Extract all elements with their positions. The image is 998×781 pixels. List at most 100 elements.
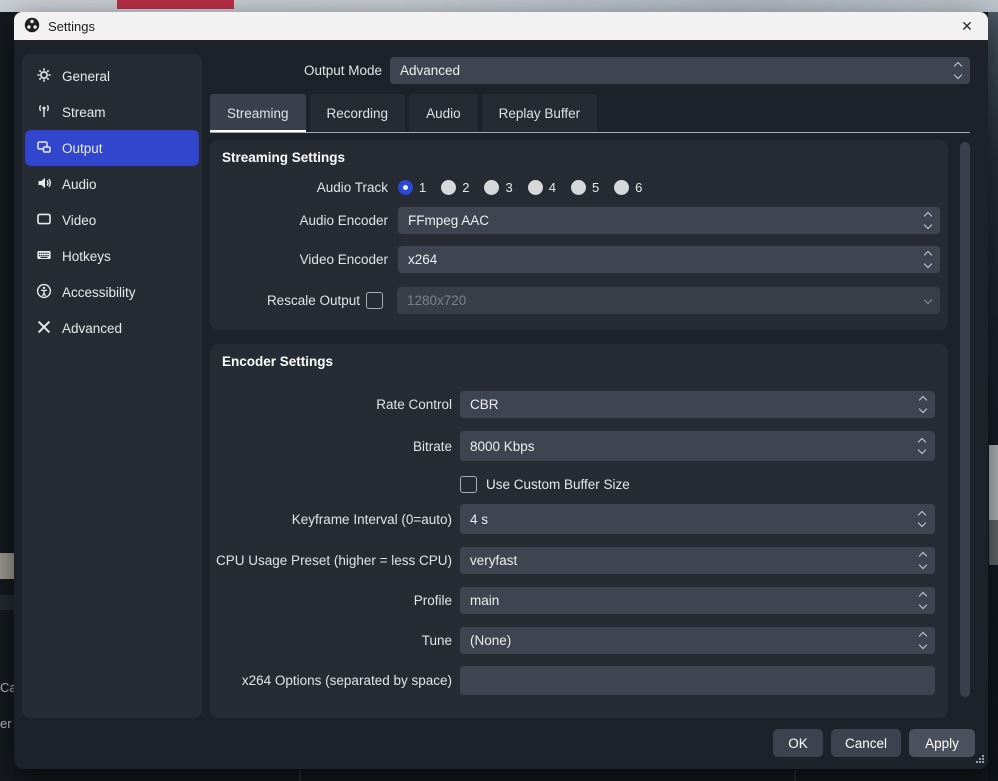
background-clipped-text: Ca: [0, 680, 14, 695]
output-mode-label: Output Mode: [210, 63, 390, 78]
apply-button[interactable]: Apply: [909, 729, 975, 757]
spinner-arrows-icon[interactable]: [911, 627, 935, 654]
output-icon: [36, 139, 52, 158]
custom-buffer-row: Use Custom Buffer Size: [210, 475, 935, 493]
rescale-output-checkbox[interactable]: [366, 292, 383, 309]
sidebar-item-output[interactable]: Output: [25, 130, 199, 166]
tab-replay-buffer[interactable]: Replay Buffer: [482, 94, 598, 132]
audio-encoder-select[interactable]: FFmpeg AAC: [398, 207, 940, 234]
rescale-resolution-value: 1280x720: [407, 293, 466, 308]
background-right-patch: [989, 520, 998, 565]
cancel-button[interactable]: Cancel: [831, 729, 901, 757]
obs-logo-icon: [24, 17, 40, 36]
sidebar-item-label: Stream: [62, 105, 106, 120]
scrollbar-track[interactable]: [958, 140, 971, 718]
background-dock-divider: [794, 770, 796, 781]
audio-track-option-3[interactable]: 3: [484, 180, 512, 195]
background-right-strip: [988, 12, 998, 781]
x264-options-label: x264 Options (separated by space): [210, 673, 460, 688]
spinner-arrows-icon[interactable]: [909, 431, 935, 461]
streaming-settings-panel: Streaming Settings Audio Track 123456 Au…: [210, 140, 948, 330]
sidebar-item-general[interactable]: General: [25, 58, 199, 94]
radio-button-icon[interactable]: [484, 180, 499, 195]
video-encoder-select[interactable]: x264: [398, 246, 940, 273]
tune-row: Tune (None): [210, 627, 935, 654]
radio-button-icon[interactable]: [398, 180, 413, 195]
rescale-output-row: Rescale Output 1280x720: [210, 287, 940, 314]
tab-pane-border: [210, 132, 970, 133]
spinner-arrows-icon[interactable]: [911, 547, 935, 574]
audio-track-option-5[interactable]: 5: [571, 180, 599, 195]
rate-control-select[interactable]: CBR: [460, 391, 935, 418]
rate-control-row: Rate Control CBR: [210, 391, 935, 418]
close-icon[interactable]: ✕: [956, 15, 978, 37]
audio-track-radio-group: 123 4 56: [398, 180, 642, 195]
background-left-patch: [0, 553, 14, 579]
spinner-arrows-icon[interactable]: [916, 246, 940, 273]
encoder-settings-panel: Encoder Settings Rate Control CBR Bitrat…: [210, 344, 948, 718]
sidebar-item-accessibility[interactable]: Accessibility: [25, 274, 199, 310]
keyboard-icon: [36, 247, 52, 266]
tune-select[interactable]: (None): [460, 627, 935, 654]
audio-track-option-1[interactable]: 1: [398, 180, 426, 195]
radio-button-icon[interactable]: [614, 180, 629, 195]
sidebar-item-audio[interactable]: Audio: [25, 166, 199, 202]
radio-button-icon[interactable]: [528, 180, 543, 195]
custom-buffer-checkbox[interactable]: [460, 476, 477, 493]
radio-label: 5: [592, 180, 599, 195]
profile-label: Profile: [210, 593, 460, 608]
sidebar-item-label: Hotkeys: [62, 249, 111, 264]
scrollbar-thumb[interactable]: [960, 142, 970, 697]
x264-options-input[interactable]: [460, 666, 935, 695]
sidebar-item-hotkeys[interactable]: Hotkeys: [25, 238, 199, 274]
output-mode-select[interactable]: Advanced: [390, 57, 970, 84]
cpu-preset-value: veryfast: [470, 553, 517, 568]
bitrate-value: 8000 Kbps: [470, 439, 535, 454]
spinner-arrows-icon[interactable]: [916, 207, 940, 234]
sidebar-item-advanced[interactable]: Advanced: [25, 310, 199, 346]
audio-encoder-label: Audio Encoder: [210, 213, 398, 228]
radio-button-icon[interactable]: [441, 180, 456, 195]
video-encoder-label: Video Encoder: [210, 252, 398, 267]
sidebar-item-label: Output: [62, 141, 103, 156]
radio-button-icon[interactable]: [571, 180, 586, 195]
profile-select[interactable]: main: [460, 587, 935, 614]
custom-buffer-label: Use Custom Buffer Size: [486, 477, 630, 492]
cpu-preset-select[interactable]: veryfast: [460, 547, 935, 574]
radio-label: 1: [419, 180, 426, 195]
sidebar-item-label: Accessibility: [62, 285, 136, 300]
settings-dialog: Settings ✕ General Stream Output Audio Video…: [14, 12, 988, 769]
keyframe-interval-spinbox[interactable]: 4 s: [460, 504, 935, 534]
ok-button[interactable]: OK: [773, 729, 823, 757]
audio-track-option-2[interactable]: 2: [441, 180, 469, 195]
bitrate-row: Bitrate 8000 Kbps: [210, 431, 935, 461]
spinner-arrows-icon[interactable]: [911, 587, 935, 614]
tab-audio[interactable]: Audio: [409, 94, 478, 132]
sidebar-item-label: Video: [62, 213, 96, 228]
sidebar-item-video[interactable]: Video: [25, 202, 199, 238]
spinner-arrows-icon[interactable]: [909, 504, 935, 534]
sidebar-item-stream[interactable]: Stream: [25, 94, 199, 130]
output-tabs: StreamingRecordingAudioReplay Buffer: [210, 94, 597, 132]
profile-row: Profile main: [210, 587, 935, 614]
tune-value: (None): [470, 633, 511, 648]
rate-control-value: CBR: [470, 397, 499, 412]
antenna-icon: [36, 103, 52, 122]
audio-encoder-row: Audio Encoder FFmpeg AAC: [210, 207, 940, 234]
title-bar[interactable]: Settings ✕: [14, 12, 988, 40]
bitrate-spinbox[interactable]: 8000 Kbps: [460, 431, 935, 461]
video-encoder-value: x264: [408, 252, 437, 267]
audio-track-option-4[interactable]: 4: [528, 180, 556, 195]
sidebar-item-label: Audio: [62, 177, 97, 192]
spinner-arrows-icon[interactable]: [911, 391, 935, 418]
spinner-arrows-icon[interactable]: [946, 57, 970, 84]
audio-track-option-6[interactable]: 6: [614, 180, 642, 195]
tab-recording[interactable]: Recording: [310, 94, 406, 132]
footer-buttons: OK Cancel Apply: [773, 729, 975, 757]
resize-grip-icon[interactable]: [975, 751, 984, 766]
sidebar-item-label: Advanced: [62, 321, 122, 336]
tab-streaming[interactable]: Streaming: [210, 94, 306, 132]
keyframe-interval-label: Keyframe Interval (0=auto): [210, 512, 460, 527]
cpu-preset-row: CPU Usage Preset (higher = less CPU) ver…: [210, 547, 935, 574]
bitrate-label: Bitrate: [210, 439, 460, 454]
